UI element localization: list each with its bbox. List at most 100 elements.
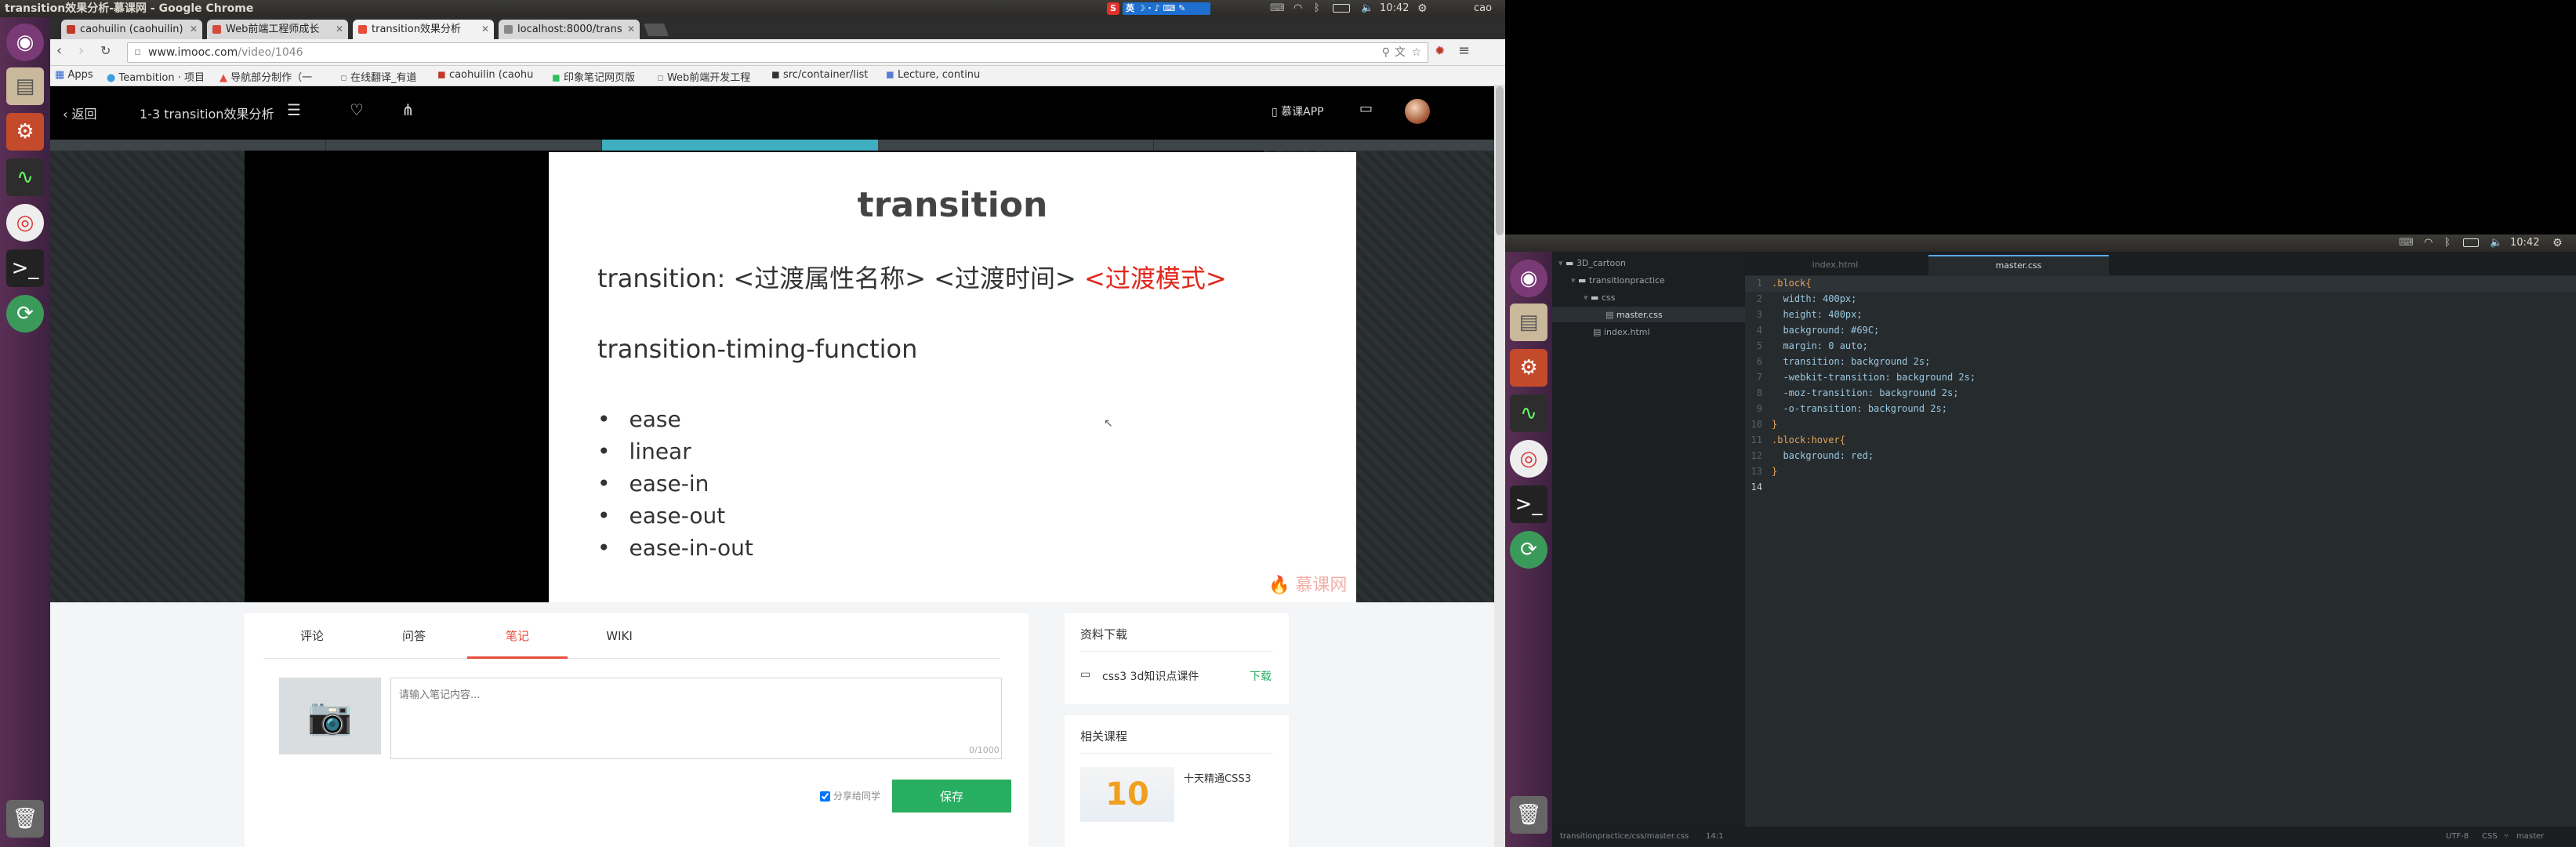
bookmark-evernote[interactable]: ◼ 印象笔记网页版 [552,69,635,84]
tab-notes-active[interactable]: 笔记 [467,613,568,659]
dash-home-icon[interactable]: ◉ [6,24,44,61]
tab-web-frontend[interactable]: Web前端工程师成长 ✕ [207,20,348,39]
power-gear-icon[interactable]: ⚙ [1417,0,1428,17]
tab-close-icon[interactable]: ✕ [336,20,343,39]
tree-item-css[interactable]: ▾ ▬ css [1584,293,1615,303]
keyboard-indicator-icon[interactable]: ⌨ [1270,0,1285,17]
code-area[interactable]: 1 .block{ 2 width: 400px; 3 height: 400px… [1745,275,2576,827]
share-checkbox-label[interactable]: 分享给同学 [820,789,880,802]
tree-item-transitionpractice[interactable]: ▾ ▬ transitionpractice [1571,275,1665,285]
chrome-menu-icon[interactable]: ≡ [1458,42,1470,59]
forward-arrow-icon[interactable]: › [78,42,84,59]
editor-tab-master-css[interactable]: master.css [1928,255,2109,275]
software-updater-icon[interactable]: ⟳ [1510,531,1547,569]
trash-icon[interactable]: 🗑 [6,800,44,838]
terminal-icon[interactable]: >_ [6,249,44,287]
wifi-icon[interactable]: ◠ [1293,0,1302,17]
tab-close-icon[interactable]: ✕ [481,20,489,39]
code-lines[interactable]: 1 .block{ 2 width: 400px; 3 height: 400px… [1745,275,2576,503]
trash-icon[interactable]: 🗑 [1510,796,1547,834]
system-settings-icon[interactable]: ⚙ [1510,349,1547,387]
chapter-segment-active[interactable] [602,140,878,151]
volume-icon[interactable]: 🔈 [2490,234,2502,252]
dash-home-icon[interactable]: ◉ [1510,260,1547,297]
files-icon[interactable]: ▤ [1510,304,1547,341]
user-avatar[interactable] [1405,99,1430,124]
bluetooth-icon[interactable]: ᛒ [2444,234,2451,252]
share-icon[interactable]: ⋔ [401,100,415,119]
address-bar[interactable]: ▫ www.imooc.com/video/1046 ⚲ 文 ☆ [127,42,1428,63]
bookmark-youdao[interactable]: ▫ 在线翻译_有道 [340,69,416,84]
app-download-link[interactable]: ▯ 慕课APP [1272,104,1324,119]
page-scrollbar[interactable] [1494,86,1505,847]
tab-localhost[interactable]: localhost:8000/trans ✕ [499,20,640,39]
status-cursor-position[interactable]: 14:1 [1706,827,1723,847]
chapter-list-icon[interactable]: ☰ [287,100,301,119]
tab-close-icon[interactable]: ✕ [627,20,635,39]
wifi-icon[interactable]: ◠ [2424,234,2433,252]
back-link[interactable]: ‹ 返回 [63,104,97,122]
bookmark-webdev[interactable]: ▫ Web前端开发工程 [657,69,750,84]
chapter-segment[interactable] [50,140,326,151]
tab-caohuilin[interactable]: caohuilin (caohuilin) ✕ [61,20,202,39]
favorite-heart-icon[interactable]: ♡ [350,100,364,119]
keyboard-indicator-icon[interactable]: ⌨ [2399,234,2414,252]
status-branch[interactable]: master [2516,827,2544,847]
chrome-icon[interactable]: ◎ [1510,440,1547,478]
back-arrow-icon[interactable]: ‹ [56,42,62,59]
user-name[interactable]: cao [1474,0,1492,17]
video-player[interactable]: transition transition: <过渡属性名称> <过渡时间> <… [50,151,1494,602]
battery-icon[interactable] [2463,238,2479,247]
bookmark-star-icon[interactable]: ☆ [1411,43,1421,62]
bookmark-nav[interactable]: ▲ 导航部分制作（一 [220,69,312,84]
video-stage[interactable]: transition transition: <过渡属性名称> <过渡时间> <… [245,151,1356,602]
bookmark-src[interactable]: ◼ src/container/list [771,69,868,81]
tree-item-3d-cartoon[interactable]: ▾ ▬ 3D_cartoon [1558,258,1626,268]
bookmark-github[interactable]: ◼ caohuilin (caohu [437,69,533,81]
clock[interactable]: 10:42 [1380,0,1409,17]
bluetooth-icon[interactable]: ᛒ [1314,0,1320,17]
clock[interactable]: 10:42 [2510,234,2539,252]
system-settings-icon[interactable]: ⚙ [6,113,44,151]
status-encoding[interactable]: UTF-8 [2446,827,2469,847]
status-language[interactable]: CSS [2482,827,2498,847]
chrome-icon[interactable]: ◎ [6,204,44,242]
reload-icon[interactable]: ↻ [100,43,111,58]
zoom-icon[interactable]: ⚲ [1382,43,1390,62]
chapter-segment[interactable] [326,140,602,151]
download-link[interactable]: 下载 [1250,668,1272,684]
tab-close-icon[interactable]: ✕ [190,20,198,39]
system-monitor-icon[interactable]: ∿ [6,158,44,196]
scrollbar-thumb[interactable] [1496,86,1504,235]
power-gear-icon[interactable]: ⚙ [2552,234,2563,252]
terminal-icon[interactable]: >_ [1510,485,1547,523]
tab-comments[interactable]: 评论 [263,613,361,659]
ime-toolbar[interactable]: 英 ☽ ∙ ♪ ⌨ ✎ [1123,2,1210,15]
page-info-icon[interactable]: ▫ [134,43,141,62]
sogou-ime-icon[interactable]: S [1107,2,1119,15]
message-icon[interactable]: ▭ [1359,100,1373,117]
bookmark-apps[interactable]: ▦ Apps [55,69,93,81]
translate-icon[interactable]: 文 [1395,43,1406,62]
tab-wiki[interactable]: WIKI [571,613,668,659]
software-updater-icon[interactable]: ⟳ [6,295,44,333]
bookmark-teambition[interactable]: ● Teambition · 项目 [107,69,205,84]
extension-icon[interactable]: ✹ [1435,43,1445,58]
note-textarea[interactable] [390,678,1002,759]
files-icon[interactable]: ▤ [6,67,44,105]
new-tab-button[interactable] [644,24,669,36]
related-course-name[interactable]: 十天精通CSS3 [1184,770,1251,785]
tree-item-index-html[interactable]: ▤ index.html [1593,327,1650,337]
course-thumbnail[interactable]: 10 [1080,767,1174,822]
tree-item-master-css[interactable]: ▤ master.css [1605,310,1663,320]
share-checkbox[interactable] [820,791,830,802]
tab-qa[interactable]: 问答 [365,613,463,659]
status-file-path[interactable]: transitionpractice/css/master.css [1560,827,1689,847]
system-monitor-icon[interactable]: ∿ [1510,394,1547,432]
bookmark-lecture[interactable]: ◼ Lecture, continu [886,69,980,81]
chapter-segment[interactable] [1154,140,1494,151]
editor-tab-index-html[interactable]: index.html [1745,255,1925,275]
chapter-segment[interactable] [878,140,1154,151]
battery-icon[interactable] [1333,4,1350,13]
tab-transition-active[interactable]: transition效果分析 ✕ [353,20,494,39]
